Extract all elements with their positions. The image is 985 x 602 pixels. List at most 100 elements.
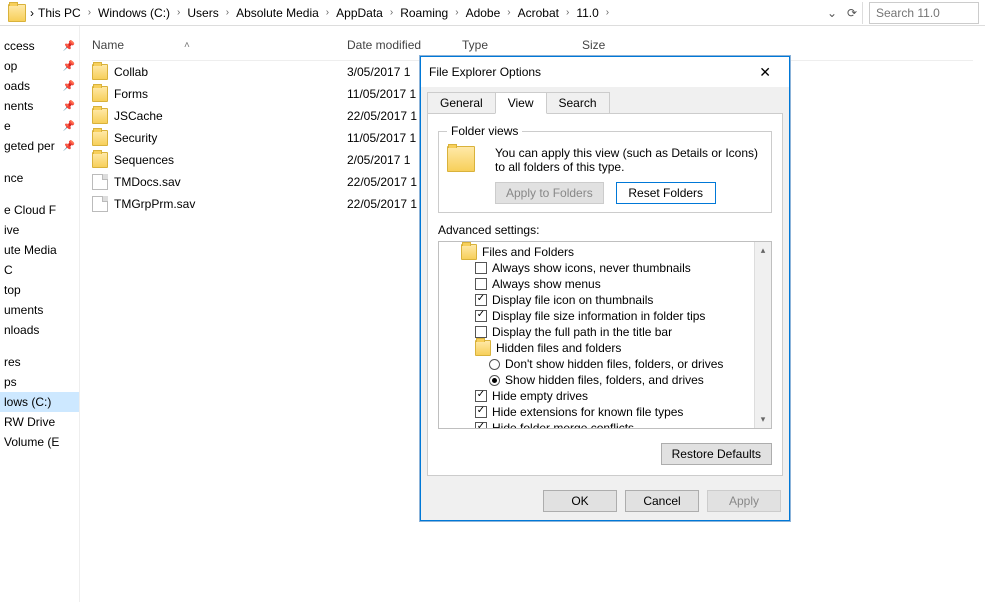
checkbox[interactable] xyxy=(475,326,487,338)
folder-icon xyxy=(461,244,477,260)
cancel-button[interactable]: Cancel xyxy=(625,490,699,512)
pin-icon: 📌 xyxy=(63,121,75,132)
breadcrumb-item[interactable]: Adobe xyxy=(462,4,505,22)
tree-item[interactable]: Display file icon on thumbnails xyxy=(439,292,771,308)
checkbox[interactable] xyxy=(475,390,487,402)
close-icon[interactable]: ✕ xyxy=(749,62,781,83)
breadcrumb-item[interactable]: 11.0 xyxy=(572,4,602,22)
advanced-settings-label: Advanced settings: xyxy=(438,223,772,237)
nav-item[interactable]: C xyxy=(0,260,79,280)
tree-item[interactable]: Hide extensions for known file types xyxy=(439,404,771,420)
scroll-up-icon[interactable]: ▴ xyxy=(761,245,766,256)
pin-icon: 📌 xyxy=(63,101,75,112)
dialog-buttons: OK Cancel Apply xyxy=(421,482,789,520)
chevron-right-icon[interactable]: › xyxy=(85,7,94,18)
nav-item xyxy=(0,188,79,200)
file-name: Security xyxy=(114,131,347,145)
restore-defaults-button[interactable]: Restore Defaults xyxy=(661,443,772,465)
tree-item[interactable]: Always show icons, never thumbnails xyxy=(439,260,771,276)
file-name: Forms xyxy=(114,87,347,101)
pin-icon: 📌 xyxy=(63,61,75,72)
breadcrumb-item[interactable]: AppData xyxy=(332,4,387,22)
folder-options-dialog: File Explorer Options ✕ GeneralViewSearc… xyxy=(420,56,790,521)
nav-item[interactable]: res xyxy=(0,352,79,372)
checkbox[interactable] xyxy=(475,262,487,274)
chevron-right-icon[interactable]: › xyxy=(174,7,183,18)
chevron-right-icon[interactable]: › xyxy=(387,7,396,18)
pin-icon: 📌 xyxy=(63,81,75,92)
tree-item[interactable]: Display file size information in folder … xyxy=(439,308,771,324)
tree-item-label: Hide folder merge conflicts xyxy=(492,421,634,429)
tree-item[interactable]: Hidden files and folders xyxy=(439,340,771,356)
tree-item[interactable]: Show hidden files, folders, and drives xyxy=(439,372,771,388)
tab-view[interactable]: View xyxy=(495,92,547,114)
tree-root[interactable]: Files and Folders xyxy=(439,244,771,260)
ok-button[interactable]: OK xyxy=(543,490,617,512)
nav-item[interactable]: top xyxy=(0,280,79,300)
checkbox[interactable] xyxy=(475,310,487,322)
advanced-settings-tree[interactable]: Files and FoldersAlways show icons, neve… xyxy=(438,241,772,429)
tree-item[interactable]: Display the full path in the title bar xyxy=(439,324,771,340)
chevron-right-icon[interactable]: › xyxy=(563,7,572,18)
scrollbar[interactable]: ▴▾ xyxy=(754,242,771,428)
nav-item[interactable]: e Cloud F xyxy=(0,200,79,220)
reset-folders-button[interactable]: Reset Folders xyxy=(616,182,716,204)
breadcrumb-item[interactable]: Roaming xyxy=(396,4,452,22)
apply-to-folders-button: Apply to Folders xyxy=(495,182,604,204)
tree-item[interactable]: Hide empty drives xyxy=(439,388,771,404)
column-date[interactable]: Date modified xyxy=(347,38,462,52)
folder-views-legend: Folder views xyxy=(447,124,522,138)
radio[interactable] xyxy=(489,375,500,386)
nav-item[interactable]: lows (C:) xyxy=(0,392,79,412)
checkbox[interactable] xyxy=(475,422,487,429)
checkbox[interactable] xyxy=(475,278,487,290)
chevron-right-icon[interactable]: › xyxy=(452,7,461,18)
breadcrumb-item[interactable]: Users xyxy=(183,4,222,22)
tree-item[interactable]: Always show menus xyxy=(439,276,771,292)
nav-item[interactable]: e📌 xyxy=(0,116,79,136)
chevron-right-icon[interactable]: › xyxy=(323,7,332,18)
column-type[interactable]: Type xyxy=(462,38,582,52)
chevron-right-icon[interactable]: › xyxy=(603,7,612,18)
tab-search[interactable]: Search xyxy=(547,92,610,114)
chevron-right-icon[interactable]: › xyxy=(504,7,513,18)
radio[interactable] xyxy=(489,359,500,370)
folder-icon xyxy=(92,130,108,146)
search-input[interactable] xyxy=(869,2,979,24)
tree-item-label: Always show icons, never thumbnails xyxy=(492,261,691,275)
file-name: Collab xyxy=(114,65,347,79)
tab-general[interactable]: General xyxy=(427,92,495,114)
dropdown-icon[interactable]: ⌄ xyxy=(822,6,842,20)
nav-item[interactable]: oads📌 xyxy=(0,76,79,96)
nav-item[interactable]: Volume (E xyxy=(0,432,79,452)
dialog-title: File Explorer Options xyxy=(429,65,749,79)
breadcrumb-item[interactable]: Windows (C:) xyxy=(94,4,174,22)
tree-item[interactable]: Don't show hidden files, folders, or dri… xyxy=(439,356,771,372)
chevron-right-icon[interactable]: › xyxy=(223,7,232,18)
column-name[interactable]: Name˄ xyxy=(92,38,347,52)
nav-item xyxy=(0,340,79,352)
nav-item[interactable]: nloads xyxy=(0,320,79,340)
breadcrumb-item[interactable]: Acrobat xyxy=(514,4,563,22)
column-size[interactable]: Size xyxy=(582,38,662,52)
scroll-down-icon[interactable]: ▾ xyxy=(761,414,766,425)
tree-item[interactable]: Hide folder merge conflicts xyxy=(439,420,771,429)
pin-icon: 📌 xyxy=(63,41,75,52)
nav-item[interactable]: ps xyxy=(0,372,79,392)
breadcrumb-item[interactable]: This PC xyxy=(34,4,85,22)
sort-indicator-icon: ˄ xyxy=(184,40,190,51)
checkbox[interactable] xyxy=(475,406,487,418)
nav-item[interactable]: RW Drive xyxy=(0,412,79,432)
nav-item[interactable]: ute Media xyxy=(0,240,79,260)
nav-item[interactable]: uments xyxy=(0,300,79,320)
nav-item[interactable]: nce xyxy=(0,168,79,188)
nav-item[interactable]: ive xyxy=(0,220,79,240)
checkbox[interactable] xyxy=(475,294,487,306)
nav-item[interactable]: ccess📌 xyxy=(0,36,79,56)
nav-item[interactable]: geted per📌 xyxy=(0,136,79,156)
address-bar: › This PC›Windows (C:)›Users›Absolute Me… xyxy=(0,0,985,26)
refresh-icon[interactable]: ⟳ xyxy=(842,6,862,20)
nav-item[interactable]: nents📌 xyxy=(0,96,79,116)
nav-item[interactable]: op📌 xyxy=(0,56,79,76)
breadcrumb-item[interactable]: Absolute Media xyxy=(232,4,323,22)
